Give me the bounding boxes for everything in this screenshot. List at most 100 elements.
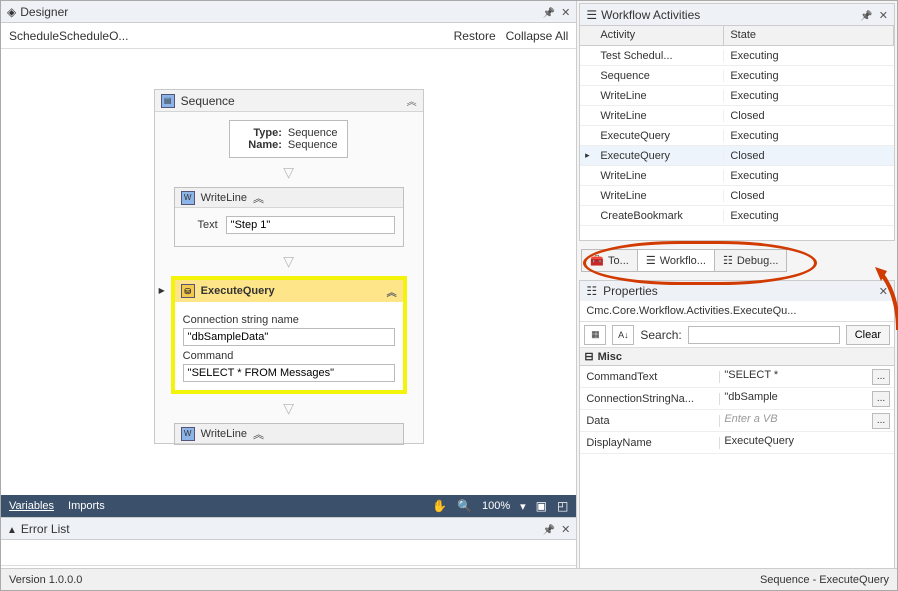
pan-icon[interactable]: ✋ [432, 499, 447, 513]
writeline-activity[interactable]: W WriteLine ︽ [174, 423, 404, 445]
activity-state: Executing [724, 50, 894, 62]
breadcrumb[interactable]: ScheduleScheduleO... [9, 29, 128, 43]
property-name: DisplayName [580, 437, 720, 449]
property-row[interactable]: DisplayName ExecuteQuery [580, 432, 894, 454]
zoom-icon[interactable]: 🔍 [457, 499, 472, 513]
pin-icon[interactable] [543, 5, 555, 19]
overview-icon[interactable]: ◰ [557, 499, 568, 513]
chevron-up-icon[interactable]: ︽ [387, 284, 397, 299]
property-value[interactable]: Enter a VB [724, 413, 870, 429]
writeline-icon: W [181, 427, 195, 441]
activity-name: WriteLine [594, 190, 724, 202]
activity-state: Executing [724, 70, 894, 82]
activity-row[interactable]: WriteLineExecuting [580, 166, 894, 186]
properties-panel: ☷ Properties Cmc.Core.Workflow.Activitie… [579, 280, 895, 588]
variables-tab[interactable]: Variables [9, 500, 54, 512]
activity-state: Executing [724, 130, 894, 142]
sequence-icon: ▤ [161, 94, 175, 108]
zoom-dropdown-icon[interactable]: ▾ [520, 500, 526, 513]
activity-column[interactable]: Activity [594, 26, 724, 45]
fit-icon[interactable]: ▣ [536, 499, 547, 513]
executequery-icon: ⛁ [181, 284, 195, 298]
activity-name: WriteLine [594, 90, 724, 102]
workflow-activities-panel: ☰ Workflow Activities Activity State Tes… [579, 3, 895, 241]
flow-arrow-icon: ▽ [283, 164, 294, 181]
property-name: Data [580, 415, 720, 427]
activity-state: Closed [724, 110, 894, 122]
activity-row[interactable]: ▸ExecuteQueryClosed [580, 146, 894, 166]
designer-header: ◈ Designer [1, 1, 576, 23]
activity-state: Executing [724, 90, 894, 102]
activity-name: Test Schedul... [594, 50, 724, 62]
pin-icon[interactable] [860, 8, 872, 22]
connection-input[interactable] [183, 328, 395, 346]
writeline-text-input[interactable] [226, 216, 395, 234]
activity-row[interactable]: SequenceExecuting [580, 66, 894, 86]
flow-arrow-icon: ▽ [283, 253, 294, 270]
workflow-tab[interactable]: ☰Workflo... [637, 249, 715, 272]
activity-row[interactable]: ExecuteQueryExecuting [580, 126, 894, 146]
sequence-activity[interactable]: ▤ Sequence ︽ Type:Sequence Name:Sequence… [154, 89, 424, 444]
activity-row[interactable]: WriteLineClosed [580, 106, 894, 126]
ellipsis-button[interactable]: ... [872, 369, 890, 385]
collapse-icon[interactable]: ⊟ [584, 350, 593, 363]
close-icon[interactable] [879, 8, 888, 22]
toolbox-tab[interactable]: 🧰To... [581, 249, 638, 272]
text-label: Text [183, 219, 218, 231]
writeline-activity[interactable]: W WriteLine ︽ Text [174, 187, 404, 247]
designer-title: Designer [20, 5, 68, 19]
designer-bottom-bar: Variables Imports ✋ 🔍 100% ▾ ▣ ◰ [1, 495, 576, 517]
list-icon: ☰ [586, 8, 597, 22]
executequery-activity[interactable]: ⛁ ExecuteQuery ︽ Connection string name … [171, 276, 407, 394]
debug-icon: ☷ [723, 254, 733, 267]
chevron-up-icon[interactable]: ︽ [253, 426, 264, 442]
chevron-up-icon[interactable]: ︽ [407, 93, 417, 108]
breadcrumb-bar: ScheduleScheduleO... Restore Collapse Al… [1, 23, 576, 49]
ellipsis-button[interactable]: ... [872, 413, 890, 429]
imports-tab[interactable]: Imports [68, 500, 105, 512]
activity-row[interactable]: WriteLineClosed [580, 186, 894, 206]
command-label: Command [183, 350, 395, 362]
search-label: Search: [640, 328, 681, 342]
activity-name: Sequence [594, 70, 724, 82]
version-label: Version 1.0.0.0 [9, 574, 82, 586]
zoom-value[interactable]: 100% [482, 500, 510, 512]
alphabetical-button[interactable] [612, 325, 634, 345]
categorized-button[interactable]: ▦ [584, 325, 606, 345]
close-icon[interactable] [879, 284, 888, 298]
chevron-up-icon[interactable]: ︽ [253, 190, 264, 206]
property-value[interactable]: "dbSample [724, 391, 870, 407]
restore-link[interactable]: Restore [454, 29, 496, 43]
warning-icon [7, 522, 17, 536]
debug-tab[interactable]: ☷Debug... [714, 249, 787, 272]
error-list-body [1, 540, 576, 566]
ellipsis-button[interactable]: ... [872, 391, 890, 407]
activity-state: Closed [724, 190, 894, 202]
property-row[interactable]: Data Enter a VB... [580, 410, 894, 432]
row-marker-icon: ▸ [580, 150, 594, 161]
pin-icon[interactable] [543, 522, 555, 536]
close-icon[interactable] [561, 5, 570, 19]
status-path: Sequence - ExecuteQuery [760, 574, 889, 586]
sequence-props: Type:Sequence Name:Sequence [229, 120, 349, 158]
activity-row[interactable]: CreateBookmarkExecuting [580, 206, 894, 226]
close-icon[interactable] [561, 522, 570, 536]
activity-row[interactable]: Test Schedul...Executing [580, 46, 894, 66]
status-bar: Version 1.0.0.0 Sequence - ExecuteQuery [1, 568, 897, 590]
property-row[interactable]: ConnectionStringNa..."dbSample... [580, 388, 894, 410]
clear-button[interactable]: Clear [846, 325, 890, 345]
state-column[interactable]: State [724, 26, 894, 45]
activity-row[interactable]: WriteLineExecuting [580, 86, 894, 106]
flow-arrow-icon: ▽ [283, 400, 294, 417]
activity-name: CreateBookmark [594, 210, 724, 222]
property-row[interactable]: CommandText"SELECT * ... [580, 366, 894, 388]
designer-canvas[interactable]: ▤ Sequence ︽ Type:Sequence Name:Sequence… [1, 49, 576, 495]
properties-search-input[interactable] [688, 326, 840, 344]
property-value[interactable]: ExecuteQuery [724, 435, 890, 451]
activity-state: Closed [724, 150, 894, 162]
command-input[interactable] [183, 364, 395, 382]
misc-category[interactable]: ⊟Misc [580, 348, 894, 366]
collapse-all-link[interactable]: Collapse All [506, 29, 569, 43]
property-value[interactable]: "SELECT * [724, 369, 870, 385]
list-icon: ☰ [646, 254, 656, 267]
